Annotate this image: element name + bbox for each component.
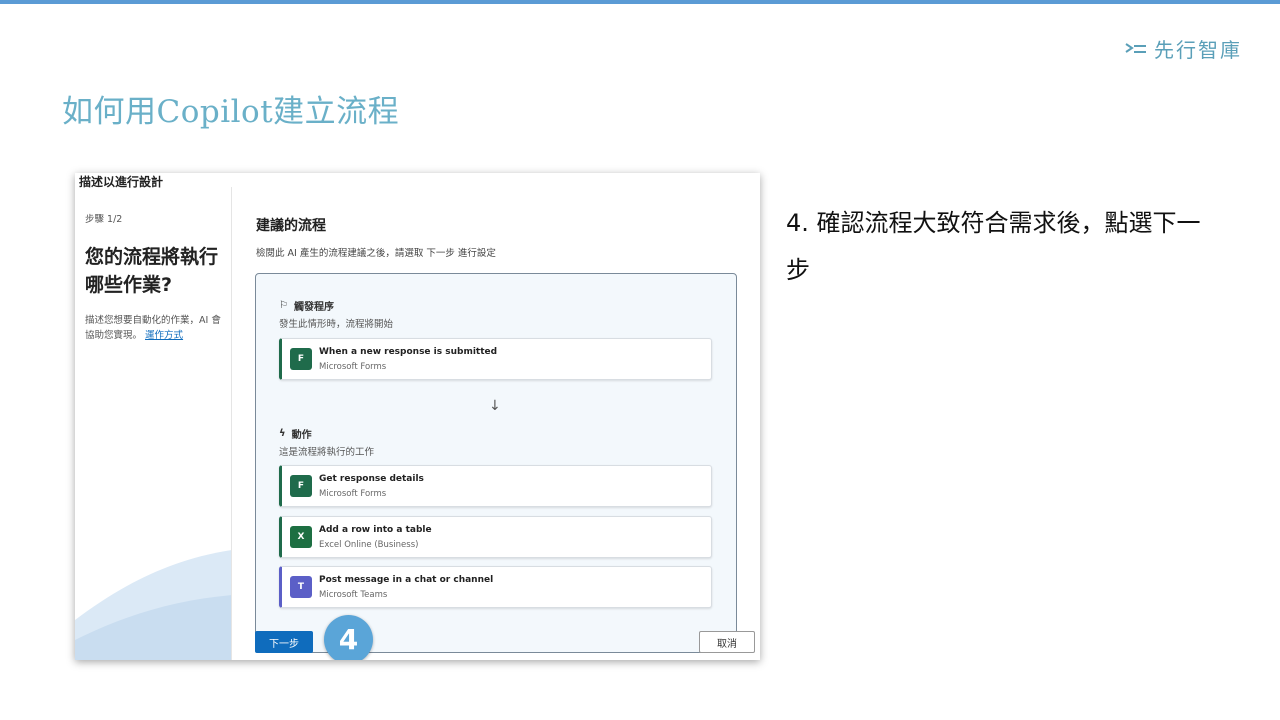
- flag-icon: ⚐: [279, 300, 288, 311]
- brand-logo: 先行智庫: [1124, 34, 1242, 63]
- next-button[interactable]: 下一步: [255, 631, 313, 653]
- forms-icon: F: [290, 475, 312, 497]
- left-pane: 步驟 1/2 您的流程將執行哪些作業? 描述您想要自動化的作業，AI 會協助您實…: [75, 187, 232, 660]
- card-title: Add a row into a table: [319, 525, 432, 535]
- left-heading: 您的流程將執行哪些作業?: [85, 246, 219, 296]
- instruction-text: 4. 確認流程大致符合需求後，點選下一步: [786, 209, 1201, 284]
- actions-heading-label: 動作: [291, 430, 312, 441]
- decorative-wave: [75, 550, 231, 660]
- actions-heading: ϟ 動作: [279, 426, 312, 441]
- brand-name: 先行智庫: [1154, 38, 1242, 62]
- brand-mark-icon: [1125, 42, 1146, 53]
- card-app: Microsoft Teams: [319, 590, 388, 600]
- action-card[interactable]: X Add a row into a table Excel Online (B…: [279, 516, 712, 558]
- flow-panel: ⚐ 觸發程序 發生此情形時，流程將開始 F When a new respons…: [255, 273, 737, 653]
- how-it-works-link[interactable]: 運作方式: [145, 330, 183, 341]
- flow-designer-screenshot: 描述以進行設計 步驟 1/2 您的流程將執行哪些作業? 描述您想要自動化的作業，…: [75, 173, 760, 660]
- step-badge: 4: [324, 615, 373, 660]
- card-title: Post message in a chat or channel: [319, 575, 494, 585]
- card-app: Microsoft Forms: [319, 362, 387, 372]
- card-title: When a new response is submitted: [319, 347, 498, 357]
- card-app: Excel Online (Business): [319, 540, 419, 550]
- slide: 先行智庫 如何用Copilot建立流程 描述以進行設計 步驟 1/2 您的流程將…: [0, 0, 1280, 720]
- trigger-heading: ⚐ 觸發程序: [279, 298, 334, 313]
- slide-title: 如何用Copilot建立流程: [62, 94, 400, 130]
- forms-icon: F: [290, 348, 312, 370]
- arrow-down-icon: ↓: [489, 398, 501, 414]
- excel-icon: X: [290, 526, 312, 548]
- right-pane: 建議的流程 檢閱此 AI 產生的流程建議之後，請選取 下一步 進行設定 ⚐ 觸發…: [233, 187, 760, 660]
- action-card[interactable]: F Get response details Microsoft Forms: [279, 465, 712, 507]
- left-description: 描述您想要自動化的作業，AI 會協助您實現。 運作方式: [85, 313, 230, 343]
- actions-subtext: 這是流程將執行的工作: [279, 447, 375, 458]
- cancel-button[interactable]: 取消: [699, 631, 755, 653]
- teams-icon: T: [290, 576, 312, 598]
- card-app: Microsoft Forms: [319, 489, 387, 499]
- card-title: Get response details: [319, 474, 424, 484]
- trigger-card[interactable]: F When a new response is submitted Micro…: [279, 338, 712, 380]
- trigger-subtext: 發生此情形時，流程將開始: [279, 319, 394, 330]
- top-accent-bar: [0, 0, 1280, 4]
- suggested-flow-title: 建議的流程: [256, 218, 326, 234]
- step-indicator: 步驟 1/2: [85, 214, 123, 225]
- action-card[interactable]: T Post message in a chat or channel Micr…: [279, 566, 712, 608]
- trigger-heading-label: 觸發程序: [293, 302, 334, 313]
- suggested-flow-subtitle: 檢閱此 AI 產生的流程建議之後，請選取 下一步 進行設定: [256, 248, 496, 259]
- lightning-icon: ϟ: [279, 428, 286, 439]
